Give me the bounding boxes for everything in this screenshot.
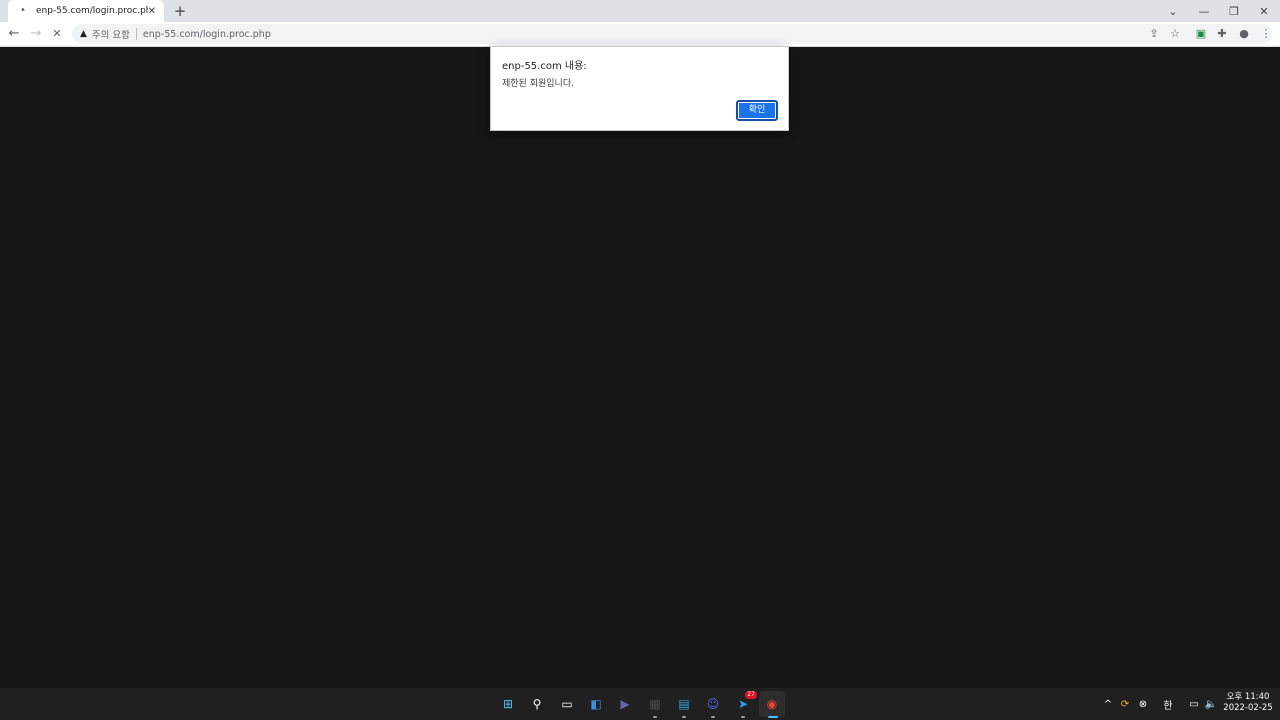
- security-status-label[interactable]: 주의 요함: [92, 27, 130, 41]
- restore-button[interactable]: ❐: [1219, 0, 1249, 22]
- windows-taskbar: ⊞ ⚲ ▭ ◧ ▶ ▦ ▤ ☺ ➤ 27 ◉ ^ ⟳ ⊗ 한 ▭ 🔈 오후 11:40 2022-0…: [0, 688, 1280, 720]
- profile-avatar-icon[interactable]: ●: [1236, 26, 1252, 42]
- running-indicator: [711, 716, 715, 718]
- ok-button[interactable]: 확인: [736, 100, 778, 121]
- browser-menu-icon[interactable]: ⋮: [1258, 26, 1274, 42]
- taskbar-calculator-icon[interactable]: ▦: [645, 694, 665, 714]
- tray-overflow-chevron-icon[interactable]: ^: [1100, 688, 1116, 720]
- ime-indicator[interactable]: 한: [1160, 688, 1176, 720]
- omnibox-divider: [135, 28, 137, 40]
- minimize-button[interactable]: —: [1189, 0, 1219, 22]
- tab-search-button[interactable]: ⌄: [1158, 0, 1188, 22]
- taskbar-chrome-icon[interactable]: ◉: [762, 694, 782, 714]
- dialog-message: 제한된 회원입니다.: [502, 79, 574, 89]
- active-indicator: [768, 716, 778, 718]
- stop-loading-button[interactable]: ✕: [49, 26, 65, 42]
- tab-title: enp-55.com/login.proc.php: [36, 6, 148, 16]
- url-text[interactable]: enp-55.com/login.proc.php: [143, 29, 271, 40]
- taskbar-notepad-icon[interactable]: ▤: [674, 694, 694, 714]
- network-icon[interactable]: ▭: [1186, 688, 1202, 720]
- volume-icon[interactable]: 🔈: [1203, 688, 1219, 720]
- forward-button[interactable]: →: [28, 26, 44, 42]
- bookmark-star-icon[interactable]: ☆: [1167, 26, 1183, 42]
- loading-dot-icon: •: [20, 5, 26, 16]
- tab-strip: • enp-55.com/login.proc.php ✕ + ⌄ — ❐ ✕: [0, 0, 1280, 22]
- taskbar-teams-icon[interactable]: ▶: [615, 694, 635, 714]
- browser-toolbar: ← → ✕ ▲ 주의 요함 enp-55.com/login.proc.php …: [0, 22, 1280, 47]
- warning-triangle-icon[interactable]: ▲: [80, 29, 87, 39]
- address-bar[interactable]: ▲ 주의 요함 enp-55.com/login.proc.php: [72, 24, 1272, 44]
- share-icon[interactable]: ⇪: [1146, 26, 1162, 42]
- update-icon[interactable]: ⟳: [1117, 688, 1133, 720]
- browser-tab[interactable]: • enp-55.com/login.proc.php ✕: [8, 0, 164, 22]
- back-button[interactable]: ←: [6, 26, 22, 42]
- tab-close-icon[interactable]: ✕: [148, 6, 156, 17]
- taskbar-widgets-icon[interactable]: ◧: [586, 694, 606, 714]
- system-clock[interactable]: 오후 11:40 2022-02-25: [1222, 692, 1274, 714]
- new-tab-button[interactable]: +: [172, 3, 188, 19]
- notification-badge: 27: [745, 691, 757, 699]
- taskbar-task-view-icon[interactable]: ▭: [557, 694, 577, 714]
- close-window-button[interactable]: ✕: [1249, 0, 1279, 22]
- running-indicator: [741, 716, 745, 718]
- taskbar-discord-icon[interactable]: ☺: [703, 694, 723, 714]
- running-indicator: [653, 716, 657, 718]
- clock-date: 2022-02-25: [1223, 703, 1273, 713]
- dialog-title: enp-55.com 내용:: [502, 61, 587, 72]
- taskbar-start-icon[interactable]: ⊞: [498, 694, 518, 714]
- extension-icon[interactable]: ▣: [1193, 26, 1209, 42]
- page-content: [0, 47, 1280, 688]
- close-circle-icon[interactable]: ⊗: [1135, 688, 1151, 720]
- taskbar-search-icon[interactable]: ⚲: [527, 694, 547, 714]
- alert-dialog: enp-55.com 내용: 제한된 회원입니다. 확인: [490, 46, 789, 131]
- running-indicator: [682, 716, 686, 718]
- taskbar-telegram-icon[interactable]: ➤ 27: [733, 691, 757, 714]
- clock-time: 오후 11:40: [1226, 692, 1270, 702]
- extensions-puzzle-icon[interactable]: ✚: [1214, 26, 1230, 42]
